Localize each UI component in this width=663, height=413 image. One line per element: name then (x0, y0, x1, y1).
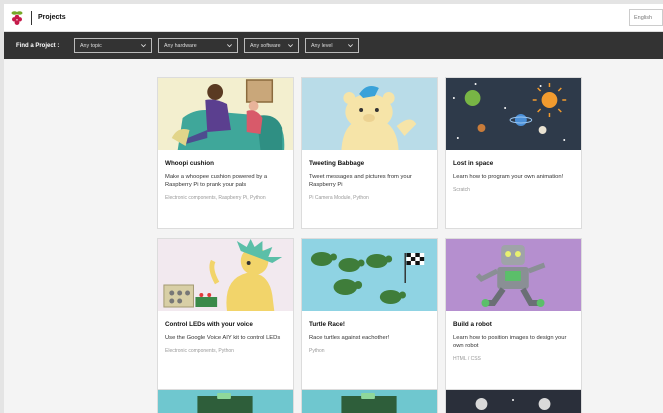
topic-select[interactable]: Any topic (74, 38, 152, 53)
card-description: Learn how to position images to design y… (453, 335, 567, 349)
card-description: Use the Google Voice AIY kit to control … (165, 335, 281, 341)
project-card-partial[interactable] (157, 389, 294, 413)
project-thumbnail-partial (302, 390, 437, 413)
card-tags: Electronic components, Python (165, 348, 234, 354)
card-title[interactable]: Build a robot (453, 321, 574, 328)
card-tags: Pi Camera Module, Python (309, 195, 369, 201)
whoopi-cushion-illustration (158, 78, 293, 150)
top-navbar: Projects English (4, 4, 663, 32)
header-divider (31, 10, 32, 25)
card-title[interactable]: Turtle Race! (309, 321, 430, 328)
project-card-partial[interactable] (445, 389, 582, 413)
card-description: Race turtles against eachother! (309, 335, 390, 341)
project-card-whoopi-cushion[interactable]: Whoopi cushion Make a whoopee cushion po… (157, 77, 294, 229)
level-select[interactable]: Any level (305, 38, 359, 53)
card-tags: HTML / CSS (453, 356, 481, 362)
project-thumbnail-partial (446, 390, 581, 413)
projects-grid: Whoopi cushion Make a whoopee cushion po… (4, 59, 663, 413)
tweeting-babbage-illustration (302, 78, 437, 150)
card-tags: Scratch (453, 187, 470, 193)
card-tags: Electronic components, Raspberry Pi, Pyt… (165, 195, 266, 201)
chevron-down-icon (227, 44, 232, 48)
card-description: Tweet messages and pictures from your Ra… (309, 174, 412, 188)
lost-in-space-illustration (446, 78, 581, 150)
project-card-lost-in-space[interactable]: Lost in space Learn how to program your … (445, 77, 582, 229)
filter-bar: Find a Project : Any topic Any hardware … (4, 32, 663, 59)
language-select[interactable]: English (629, 9, 663, 26)
page-title[interactable]: Projects (38, 14, 66, 21)
project-card-tweeting-babbage[interactable]: Tweeting Babbage Tweet messages and pict… (301, 77, 438, 229)
hardware-select-value: Any hardware (164, 42, 197, 49)
software-select[interactable]: Any software (244, 38, 299, 53)
hardware-select[interactable]: Any hardware (158, 38, 238, 53)
level-select-value: Any level (311, 42, 333, 49)
card-title[interactable]: Whoopi cushion (165, 160, 286, 167)
software-select-value: Any software (250, 42, 281, 49)
project-card-control-leds[interactable]: Control LEDs with your voice Use the Goo… (157, 238, 294, 390)
raspberry-pi-logo-icon[interactable] (10, 10, 24, 26)
card-title[interactable]: Lost in space (453, 160, 574, 167)
filter-label: Find a Project : (16, 42, 60, 49)
project-thumbnail-partial (158, 390, 293, 413)
card-tags: Python (309, 348, 325, 354)
card-title[interactable]: Control LEDs with your voice (165, 321, 286, 328)
project-card-partial[interactable] (301, 389, 438, 413)
chevron-down-icon (141, 44, 146, 48)
build-a-robot-illustration (446, 239, 581, 311)
card-description: Learn how to program your own animation! (453, 174, 564, 180)
card-title[interactable]: Tweeting Babbage (309, 160, 430, 167)
card-description: Make a whoopee cushion powered by a Rasp… (165, 174, 268, 188)
project-card-turtle-race[interactable]: Turtle Race! Race turtles against eachot… (301, 238, 438, 390)
control-leds-illustration (158, 239, 293, 311)
chevron-down-icon (288, 44, 293, 48)
chevron-down-icon (348, 44, 353, 48)
topic-select-value: Any topic (80, 42, 102, 49)
turtle-race-illustration (302, 239, 437, 311)
project-card-build-a-robot[interactable]: Build a robot Learn how to position imag… (445, 238, 582, 390)
